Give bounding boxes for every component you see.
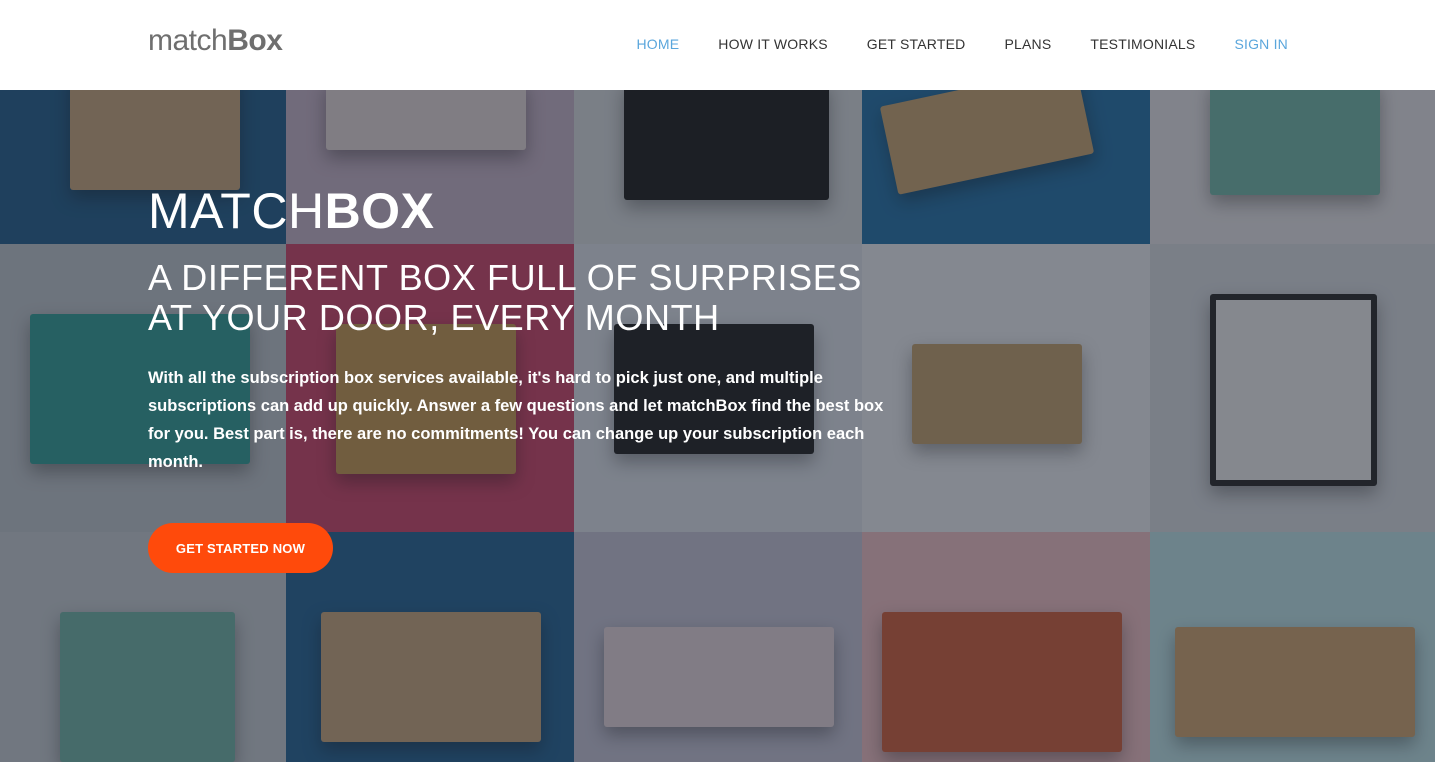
logo-text-light: match bbox=[148, 24, 228, 57]
logo-text-bold: Box bbox=[227, 24, 283, 57]
nav-plans-link[interactable]: PLANS bbox=[1004, 36, 1051, 52]
top-navigation-bar: matchBox HOME HOW IT WORKS GET STARTED P… bbox=[0, 0, 1435, 90]
nav-home-link[interactable]: HOME bbox=[636, 36, 679, 52]
nav-how-it-works-link[interactable]: HOW IT WORKS bbox=[718, 36, 827, 52]
hero-brand-light: MATCH bbox=[148, 183, 325, 239]
matchbox-logo[interactable]: matchBox bbox=[148, 24, 283, 58]
get-started-now-button[interactable]: GET STARTED NOW bbox=[148, 523, 333, 573]
nav-sign-in-link[interactable]: SIGN IN bbox=[1234, 36, 1288, 52]
hero-tagline-line-2: AT YOUR DOOR, EVERY MONTH bbox=[148, 297, 720, 338]
main-nav: HOME HOW IT WORKS GET STARTED PLANS TEST… bbox=[597, 36, 1288, 52]
hero-description: With all the subscription box services a… bbox=[148, 369, 884, 471]
nav-get-started-link[interactable]: GET STARTED bbox=[867, 36, 966, 52]
hero-brand-title: MATCHBOX bbox=[148, 182, 434, 240]
hero-brand-bold: BOX bbox=[324, 183, 435, 239]
nav-testimonials-link[interactable]: TESTIMONIALS bbox=[1090, 36, 1195, 52]
hero-tagline: A DIFFERENT BOX FULL OF SURPRISES AT YOU… bbox=[148, 258, 862, 338]
hero-tagline-line-1: A DIFFERENT BOX FULL OF SURPRISES bbox=[148, 257, 862, 298]
hero-section: MATCHBOX A DIFFERENT BOX FULL OF SURPRIS… bbox=[0, 90, 1435, 762]
